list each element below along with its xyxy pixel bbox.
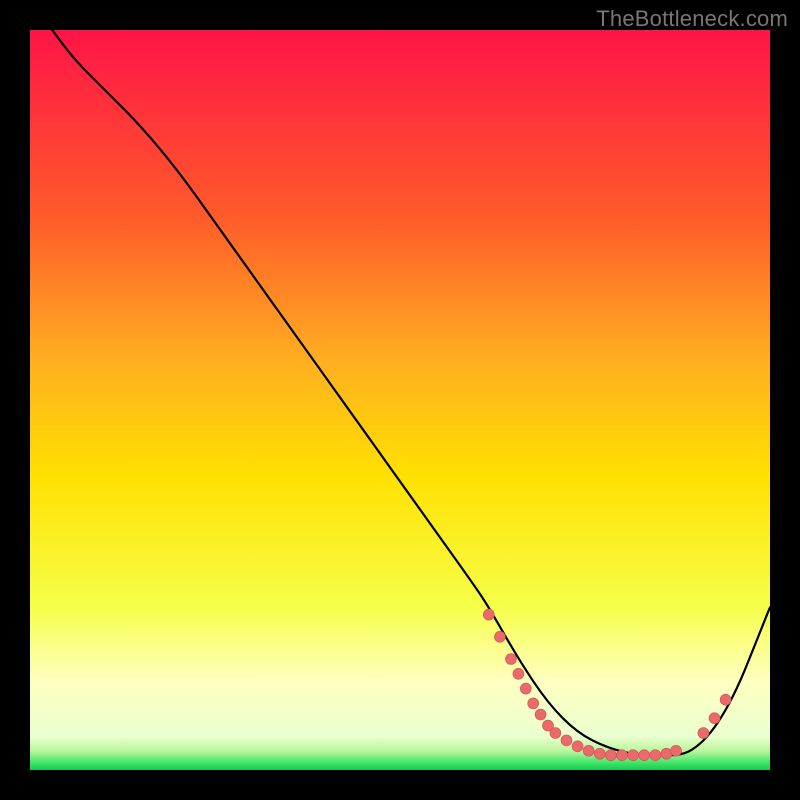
- highlight-dot: [628, 750, 639, 761]
- highlight-dot: [483, 609, 494, 620]
- plot-area: [30, 30, 770, 770]
- watermark-text: TheBottleneck.com: [596, 6, 788, 32]
- highlight-dot: [561, 735, 572, 746]
- curve-layer: [30, 30, 770, 770]
- highlight-dot: [720, 694, 731, 705]
- highlight-dot: [494, 631, 505, 642]
- main-curve: [52, 30, 770, 755]
- highlight-dot: [617, 750, 628, 761]
- highlight-dot: [513, 668, 524, 679]
- highlight-dot: [594, 748, 605, 759]
- highlight-dot: [605, 750, 616, 761]
- highlight-dot: [506, 654, 517, 665]
- highlight-dot: [520, 683, 531, 694]
- highlight-dot: [698, 728, 709, 739]
- highlight-dot: [671, 745, 682, 756]
- highlight-dot: [661, 748, 672, 759]
- highlight-dot: [535, 709, 546, 720]
- highlight-dots-group: [483, 609, 731, 761]
- highlight-dot: [639, 750, 650, 761]
- chart-frame: TheBottleneck.com: [0, 0, 800, 800]
- highlight-dot: [709, 713, 720, 724]
- highlight-dot: [583, 745, 594, 756]
- highlight-dot: [550, 728, 561, 739]
- highlight-dot: [650, 750, 661, 761]
- highlight-dot: [528, 698, 539, 709]
- highlight-dot: [572, 741, 583, 752]
